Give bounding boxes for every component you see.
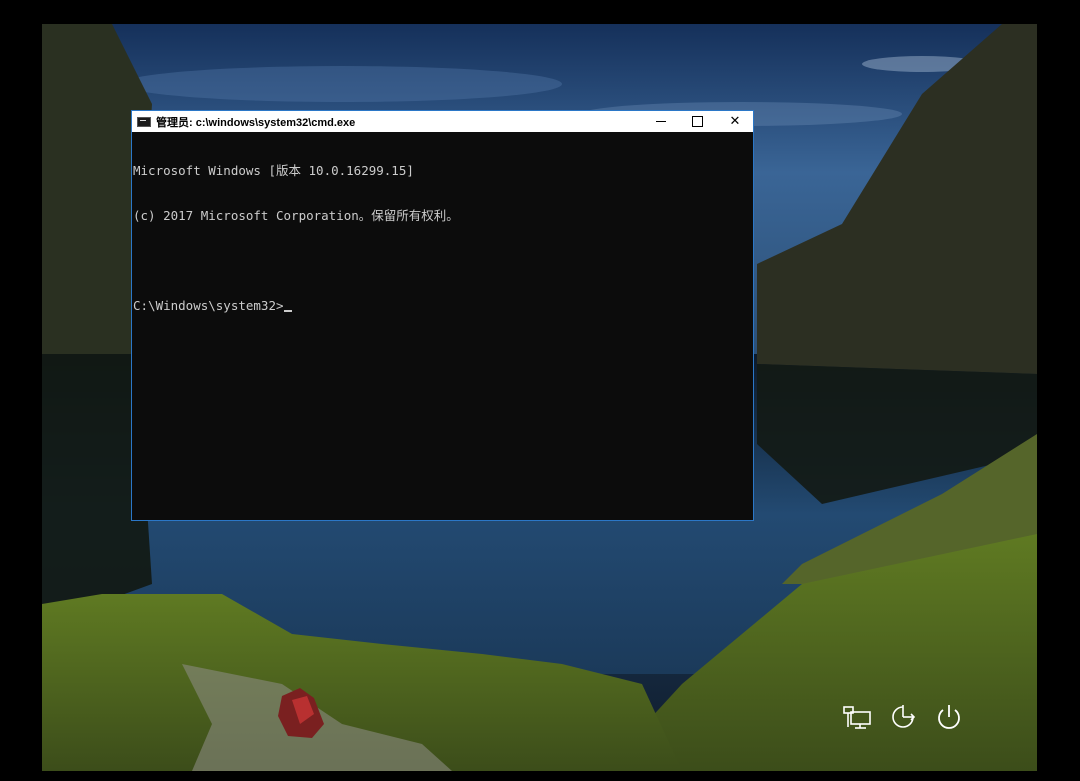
network-icon[interactable] (841, 701, 873, 733)
maximize-button[interactable] (679, 111, 715, 132)
console-output[interactable]: Microsoft Windows [版本 10.0.16299.15] (c)… (132, 132, 753, 343)
maximize-icon (691, 116, 703, 127)
prompt-line: C:\Windows\system32> (133, 298, 752, 313)
title-bar[interactable]: 管理员: c:\windows\system32\cmd.exe ✕ (132, 111, 753, 132)
minimize-button[interactable] (643, 111, 679, 132)
cmd-window[interactable]: 管理员: c:\windows\system32\cmd.exe ✕ Micro… (131, 110, 754, 521)
console-line: Microsoft Windows [版本 10.0.16299.15] (133, 163, 414, 178)
close-icon: ✕ (729, 114, 741, 129)
text-cursor (283, 310, 292, 312)
window-title: 管理员: c:\windows\system32\cmd.exe (156, 116, 356, 129)
cmd-app-icon[interactable] (137, 116, 151, 127)
command-prompt: C:\Windows\system32> (133, 298, 284, 313)
minimize-icon (656, 121, 666, 122)
power-icon[interactable] (933, 701, 965, 733)
console-line: (c) 2017 Microsoft Corporation。保留所有权利。 (133, 208, 459, 223)
system-icon-group (841, 701, 965, 733)
close-button[interactable]: ✕ (717, 111, 753, 132)
ease-of-access-icon[interactable] (887, 701, 919, 733)
